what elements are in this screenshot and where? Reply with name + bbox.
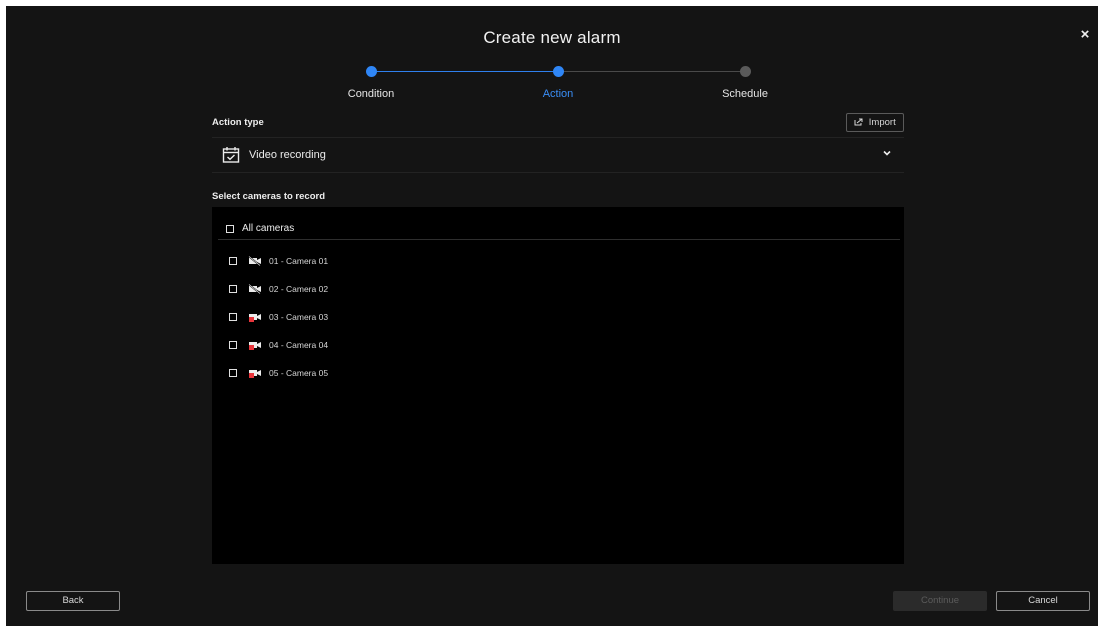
- camera-checkbox[interactable]: [229, 284, 237, 293]
- close-icon[interactable]: ×: [1076, 26, 1094, 44]
- cancel-button[interactable]: Cancel: [996, 591, 1090, 611]
- camera-checkbox[interactable]: [229, 368, 237, 377]
- step-dot-action: [553, 66, 564, 77]
- dialog: Create new alarm × Condition Action Sche…: [6, 6, 1098, 626]
- camera-recording-icon: [249, 313, 261, 322]
- list-item[interactable]: 03 - Camera 03: [229, 308, 328, 322]
- action-type-label: Action type: [212, 117, 264, 128]
- all-cameras-checkbox[interactable]: [226, 224, 234, 233]
- camera-name: 02 - Camera 02: [269, 283, 329, 294]
- camera-name: 03 - Camera 03: [269, 311, 329, 322]
- import-button[interactable]: Import: [846, 113, 904, 132]
- select-cameras-label: Select cameras to record: [212, 191, 326, 202]
- step-dot-condition: [366, 66, 377, 77]
- import-label: Import: [868, 117, 896, 128]
- all-cameras-label: All cameras: [242, 223, 295, 235]
- step-label-action: Action: [542, 88, 574, 100]
- camera-checkbox[interactable]: [229, 340, 237, 349]
- list-item[interactable]: 01 - Camera 01: [229, 252, 328, 266]
- camera-name: 01 - Camera 01: [269, 255, 329, 266]
- chevron-down-icon[interactable]: [882, 148, 892, 158]
- action-type-select[interactable]: Video recording: [212, 137, 904, 173]
- list-item[interactable]: 02 - Camera 02: [229, 280, 328, 294]
- back-button[interactable]: Back: [26, 591, 120, 611]
- list-item[interactable]: 05 - Camera 05: [229, 364, 328, 378]
- step-connector-done: [376, 71, 558, 72]
- step-label-schedule: Schedule: [722, 88, 768, 100]
- camera-recording-icon: [249, 369, 261, 378]
- camera-list: All cameras 01 - Camera 01 02 - Camera 0…: [212, 207, 904, 564]
- calendar-check-icon: [222, 147, 240, 163]
- camera-checkbox[interactable]: [229, 256, 237, 265]
- dialog-title: Create new alarm: [483, 28, 621, 47]
- camera-checkbox[interactable]: [229, 312, 237, 321]
- divider: [218, 239, 900, 240]
- action-type-value: Video recording: [249, 149, 326, 161]
- camera-name: 05 - Camera 05: [269, 367, 329, 378]
- import-icon: [854, 117, 866, 127]
- stepper: Condition Action Schedule: [6, 66, 1098, 116]
- step-label-condition: Condition: [347, 88, 395, 100]
- step-dot-schedule: [740, 66, 751, 77]
- all-cameras-row[interactable]: All cameras: [226, 220, 295, 235]
- camera-recording-icon: [249, 341, 261, 350]
- list-item[interactable]: 04 - Camera 04: [229, 336, 328, 350]
- continue-button[interactable]: Continue: [893, 591, 987, 611]
- camera-offline-icon: [248, 255, 261, 266]
- camera-offline-icon: [248, 283, 261, 294]
- step-connector-todo: [564, 71, 744, 72]
- camera-name: 04 - Camera 04: [269, 339, 329, 350]
